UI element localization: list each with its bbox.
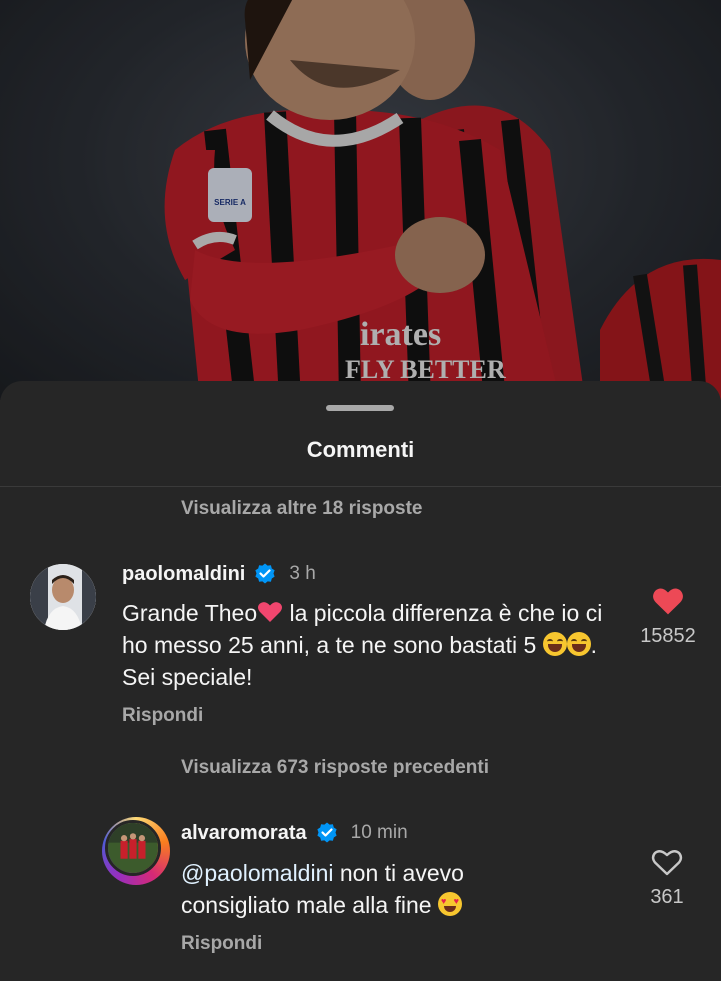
comment-2-like: 361 xyxy=(632,847,702,909)
sheet-title: Commenti xyxy=(306,437,415,462)
comment-1-reply-button[interactable]: Rispondi xyxy=(122,705,203,727)
verified-badge-icon xyxy=(317,822,337,843)
laughing-emoji-icon xyxy=(542,632,567,656)
comment-2-mention[interactable]: @paolomaldini xyxy=(181,860,334,886)
heart-outline-icon[interactable] xyxy=(651,847,683,877)
comment-2-reply-button[interactable]: Rispondi xyxy=(181,933,262,955)
view-more-replies-link[interactable]: Visualizza altre 18 risposte xyxy=(181,498,423,520)
comment-1-username[interactable]: paolomaldini xyxy=(122,563,245,586)
comment-2-text: @paolomaldini non ti avevo consigliato m… xyxy=(181,857,521,921)
comment-2-username[interactable]: alvaromorata xyxy=(181,822,307,845)
avatar-paolomaldini[interactable] xyxy=(30,564,96,630)
comment-1-text-part1: Grande Theo xyxy=(122,600,258,626)
comment-1-time: 3 h xyxy=(289,563,316,584)
red-heart-emoji-icon xyxy=(258,602,283,622)
comment-1-text: Grande Theo la piccola differenza è che … xyxy=(122,597,622,693)
sheet-drag-handle[interactable] xyxy=(326,405,394,411)
comment-1-header: paolomaldini 3 h xyxy=(122,562,316,586)
comments-sheet: Commenti Visualizza altre 18 risposte pa… xyxy=(0,381,721,981)
heart-filled-icon[interactable] xyxy=(652,586,684,616)
heart-eyes-emoji-icon: ♥ ♥ xyxy=(437,892,462,916)
laughing-emoji-icon xyxy=(566,632,591,656)
comment-1-like-count: 15852 xyxy=(640,625,696,647)
view-previous-replies-link[interactable]: Visualizza 673 risposte precedenti xyxy=(181,757,489,779)
comment-2-time: 10 min xyxy=(350,822,408,843)
comment-2-header: alvaromorata 10 min xyxy=(181,821,408,845)
avatar-alvaromorata[interactable] xyxy=(102,817,170,885)
comment-2-like-count: 361 xyxy=(650,886,684,908)
comment-1-like: 15852 xyxy=(633,586,703,648)
verified-badge-icon xyxy=(255,563,275,584)
post-photo-background: irates FLY BETTER SERIE A xyxy=(0,0,721,400)
header-divider xyxy=(0,486,721,487)
